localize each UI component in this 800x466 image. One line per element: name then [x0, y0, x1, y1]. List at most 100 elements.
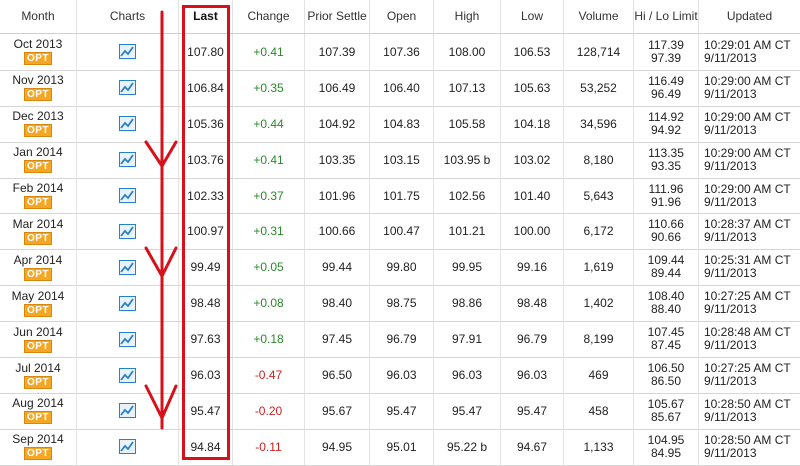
chart-cell	[77, 357, 179, 393]
lo-limit: 90.66	[650, 230, 682, 245]
table-row: Oct 2013 OPT 107.80 +0.41 107.39 107.36 108.00…	[0, 34, 800, 71]
options-badge[interactable]: OPT	[23, 124, 53, 138]
last-value: 96.03	[179, 357, 233, 393]
options-badge[interactable]: OPT	[23, 375, 53, 389]
header-last[interactable]: Last	[179, 0, 233, 33]
contract-month[interactable]: Apr 2014	[14, 253, 63, 267]
month-cell: Dec 2013 OPT	[0, 105, 77, 142]
change-value: +0.37	[233, 177, 305, 214]
hi-limit: 117.39	[648, 37, 684, 52]
header-high[interactable]: High	[434, 0, 501, 33]
prior-value: 107.39	[305, 34, 370, 70]
table-header-row: Month Charts Last Change Prior Settle Op…	[0, 0, 800, 34]
month-cell: Nov 2013 OPT	[0, 69, 77, 106]
last-value: 95.47	[179, 393, 233, 429]
contract-month[interactable]: Jan 2014	[13, 146, 62, 159]
chart-cell	[77, 69, 179, 106]
contract-month[interactable]: May 2014	[12, 289, 65, 303]
options-badge[interactable]: OPT	[23, 411, 53, 425]
chart-cell	[77, 34, 179, 70]
options-badge[interactable]: OPT	[23, 52, 53, 66]
table-row: Jun 2014 OPT 97.63 +0.18 97.45 96.79 97.91 96.7…	[0, 321, 800, 359]
updated-cell: 10:29:00 AM CT 9/11/2013	[699, 142, 800, 178]
updated-date: 9/11/2013	[704, 158, 757, 173]
options-badge[interactable]: OPT	[23, 160, 53, 174]
chart-cell	[77, 249, 179, 286]
volume-value: 34,596	[564, 105, 634, 142]
updated-cell: 10:28:50 AM CT 9/11/2013	[699, 393, 800, 429]
options-badge[interactable]: OPT	[23, 267, 53, 281]
month-cell: Mar 2014 OPT	[0, 213, 77, 250]
updated-cell: 10:25:31 AM CT 9/11/2013	[699, 249, 800, 285]
month-cell: Apr 2014 OPT	[0, 249, 77, 286]
header-volume[interactable]: Volume	[564, 0, 634, 33]
last-value: 97.63	[179, 321, 233, 358]
contract-month[interactable]: Nov 2013	[12, 74, 63, 87]
contract-month[interactable]: Dec 2013	[12, 110, 63, 123]
line-chart-icon[interactable]	[119, 152, 136, 168]
line-chart-icon[interactable]	[119, 439, 136, 455]
contract-month[interactable]: Sep 2014	[12, 433, 63, 446]
header-open[interactable]: Open	[370, 0, 434, 33]
options-badge[interactable]: OPT	[23, 231, 53, 245]
hi-limit: 104.95	[647, 432, 685, 447]
contract-month[interactable]: Jul 2014	[15, 361, 60, 375]
header-charts: Charts	[77, 0, 179, 33]
open-value: 99.80	[370, 249, 434, 286]
hi-limit: 105.67	[647, 396, 685, 411]
line-chart-icon[interactable]	[119, 259, 136, 275]
options-badge[interactable]: OPT	[23, 196, 53, 210]
updated-time: 10:29:01 AM CT	[704, 37, 791, 52]
header-month[interactable]: Month	[0, 0, 77, 33]
line-chart-icon[interactable]	[119, 403, 136, 419]
line-chart-icon[interactable]	[119, 188, 136, 204]
options-badge[interactable]: OPT	[23, 339, 53, 353]
line-chart-icon[interactable]	[119, 80, 136, 96]
updated-date: 9/11/2013	[704, 409, 757, 424]
updated-date: 9/11/2013	[704, 122, 757, 137]
contract-month[interactable]: Oct 2013	[14, 38, 63, 51]
open-value: 103.15	[370, 141, 434, 178]
contract-month[interactable]: Aug 2014	[12, 397, 63, 410]
high-value: 98.86	[434, 285, 501, 322]
change-value: -0.20	[233, 393, 305, 429]
line-chart-icon[interactable]	[119, 116, 136, 132]
hi-limit: 116.49	[648, 73, 684, 88]
low-value: 98.48	[501, 285, 564, 322]
table-row: Jan 2014 OPT 103.76 +0.41 103.35 103.15 103.95…	[0, 141, 800, 179]
line-chart-icon[interactable]	[119, 331, 136, 347]
last-value: 106.84	[179, 69, 233, 106]
month-cell: Oct 2013 OPT	[0, 34, 77, 70]
month-cell: May 2014 OPT	[0, 285, 77, 322]
high-value: 102.56	[434, 177, 501, 214]
header-change[interactable]: Change	[233, 0, 305, 33]
lo-limit: 94.92	[650, 122, 682, 137]
options-badge[interactable]: OPT	[23, 447, 53, 461]
volume-value: 1,619	[564, 249, 634, 286]
line-chart-icon[interactable]	[119, 223, 136, 239]
open-value: 104.83	[370, 105, 434, 142]
high-value: 95.47	[434, 393, 501, 429]
contract-month[interactable]: Mar 2014	[13, 217, 64, 231]
contract-month[interactable]: Jun 2014	[13, 325, 62, 339]
high-value: 103.95 b	[434, 141, 501, 178]
options-badge[interactable]: OPT	[23, 88, 53, 102]
table-row: Aug 2014 OPT 95.47 -0.20 95.67 95.47 95.47 95.4…	[0, 393, 800, 430]
contract-month[interactable]: Feb 2014	[13, 182, 64, 195]
options-badge[interactable]: OPT	[23, 303, 53, 317]
line-chart-icon[interactable]	[119, 44, 136, 60]
prior-value: 104.92	[305, 105, 370, 142]
header-low[interactable]: Low	[501, 0, 564, 33]
volume-value: 6,172	[564, 213, 634, 250]
header-updated[interactable]: Updated	[699, 0, 800, 33]
updated-time: 10:29:00 AM CT	[704, 109, 791, 124]
prior-value: 95.67	[305, 393, 370, 429]
lo-limit: 97.39	[650, 50, 682, 65]
header-prior-settle[interactable]: Prior Settle	[305, 0, 370, 33]
change-value: +0.05	[233, 249, 305, 286]
volume-value: 8,180	[564, 141, 634, 178]
high-value: 105.58	[434, 105, 501, 142]
line-chart-icon[interactable]	[119, 367, 136, 383]
line-chart-icon[interactable]	[119, 295, 136, 311]
updated-date: 9/11/2013	[704, 374, 757, 389]
